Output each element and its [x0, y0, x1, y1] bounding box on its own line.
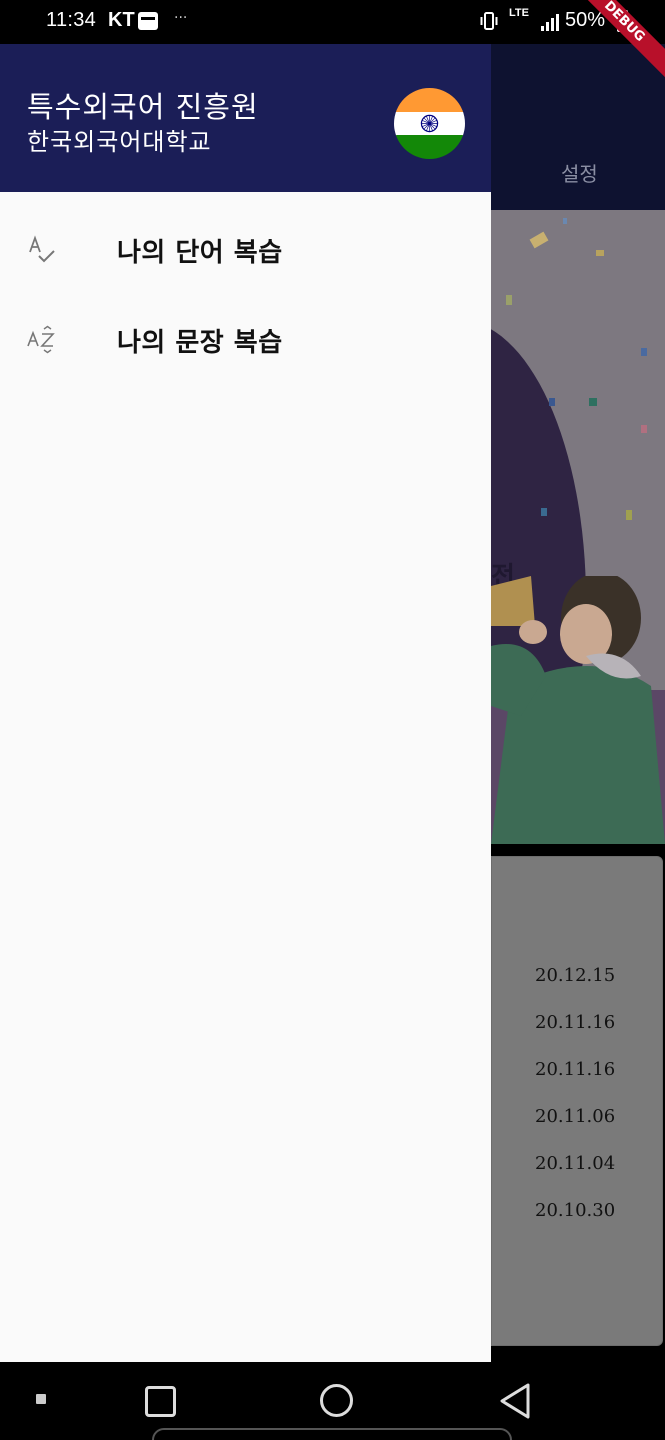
flag-green-band — [394, 135, 465, 159]
menu-item-word-review[interactable]: 나의 단어 복습 — [0, 204, 491, 294]
battery-percent: 50% — [565, 9, 606, 31]
status-carrier: KT — [108, 9, 135, 31]
status-more-dots: ··· — [174, 10, 188, 26]
menu-item-label: 나의 문장 복습 — [117, 328, 283, 358]
flag-saffron-band — [394, 88, 465, 112]
status-time: 11:34 — [46, 9, 97, 31]
home-button[interactable] — [320, 1384, 353, 1417]
vibrate-icon — [480, 12, 498, 30]
signal-icon — [541, 14, 559, 31]
spellcheck-icon — [29, 235, 55, 263]
menu-item-label: 나의 단어 복습 — [117, 238, 283, 268]
background-app[interactable]: 설정 전 20.12.15 20.11.16 20.11.16 20.11.06… — [491, 44, 665, 1362]
system-navigation-bar — [0, 1362, 665, 1440]
keyboard-hint-icon — [36, 1394, 46, 1404]
navigation-drawer: 특수외국어 진흥원 한국외국어대학교 나의 단어 복습 나의 문장 복습 — [0, 44, 491, 1362]
recent-apps-button[interactable] — [145, 1386, 176, 1417]
drawer-header: 특수외국어 진흥원 한국외국어대학교 — [0, 44, 491, 192]
drawer-title: 특수외국어 진흥원 — [27, 90, 259, 124]
ashoka-chakra-icon — [420, 114, 439, 133]
wallet-icon — [138, 12, 158, 30]
india-flag-icon[interactable] — [394, 88, 465, 159]
menu-item-sentence-review[interactable]: 나의 문장 복습 — [0, 294, 491, 384]
sort-by-alpha-icon — [27, 325, 55, 354]
gesture-handle — [152, 1428, 512, 1440]
network-type: LTE — [509, 7, 529, 19]
drawer-subtitle: 한국외국어대학교 — [27, 128, 212, 156]
drawer-scrim[interactable] — [491, 44, 665, 1362]
status-bar: 11:34 KT ··· LTE 50% — [0, 0, 665, 44]
back-button[interactable] — [498, 1382, 532, 1420]
